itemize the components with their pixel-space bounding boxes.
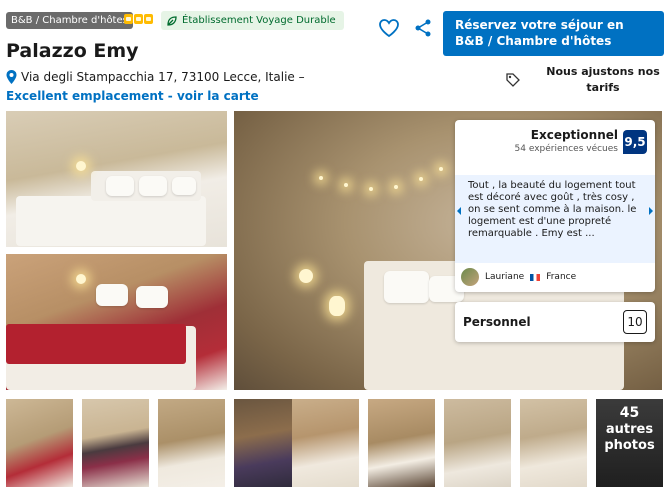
pillow-shape — [96, 284, 128, 306]
thumbnail-photo[interactable] — [6, 399, 73, 487]
more-photos-text-2: photos — [604, 438, 655, 453]
sustainability-badge[interactable]: Établissement Voyage Durable — [161, 11, 344, 30]
staff-score-card[interactable]: Personnel 10 — [455, 302, 655, 342]
review-quote: Tout , la beauté du logement tout est dé… — [455, 175, 655, 263]
pillow-shape — [172, 177, 196, 195]
string-light-shape — [344, 183, 348, 187]
address: Via degli Stampacchia 17, 73100 Lecce, I… — [6, 70, 305, 84]
thumbnail-photo[interactable] — [234, 399, 301, 487]
lamp-shape — [299, 269, 313, 283]
sustainability-label: Établissement Voyage Durable — [182, 15, 336, 26]
score-header: Exceptionnel 54 expériences vécues — [455, 128, 619, 154]
more-photos-count: 45 — [619, 405, 640, 421]
bed-shape — [16, 196, 206, 246]
address-text: Via degli Stampacchia 17, 73100 Lecce, I… — [21, 70, 305, 84]
next-review-arrow-icon[interactable] — [649, 207, 653, 215]
string-light-shape — [419, 177, 423, 181]
star-rating — [124, 14, 153, 24]
string-light-shape — [319, 176, 323, 180]
review-score-card[interactable]: Exceptionnel 54 expériences vécues 9,5 T… — [455, 120, 655, 292]
lamp-shape — [76, 161, 86, 171]
avatar — [461, 268, 479, 286]
leaf-icon — [167, 15, 177, 26]
tag-icon — [506, 73, 520, 87]
heart-icon[interactable] — [378, 18, 400, 38]
review-count: 54 expériences vécues — [514, 144, 619, 154]
property-type-badge: B&B / Chambre d'hôtes — [6, 12, 133, 29]
price-match-label: Nous ajustons nos tarifs — [546, 65, 660, 94]
more-photos-thumbnail[interactable]: 45 autres photos — [596, 399, 663, 487]
thumbnail-photo[interactable] — [368, 399, 435, 487]
lantern-shape — [329, 296, 345, 316]
star-icon — [124, 14, 133, 24]
reviewer-country: France — [546, 272, 577, 282]
pillow-shape — [106, 176, 134, 196]
previous-review-arrow-icon[interactable] — [457, 207, 461, 215]
string-light-shape — [369, 187, 373, 191]
reviewer: Lauriane France — [461, 268, 576, 286]
score-label: Exceptionnel — [530, 128, 618, 142]
string-light-shape — [394, 185, 398, 189]
share-icon[interactable] — [413, 18, 433, 38]
flag-icon — [530, 273, 541, 281]
pillow-shape — [136, 286, 168, 308]
staff-label: Personnel — [463, 315, 531, 329]
staff-score-badge: 10 — [623, 310, 647, 334]
score-badge: 9,5 — [623, 130, 647, 154]
star-icon — [144, 14, 153, 24]
pillow-shape — [139, 176, 167, 196]
star-icon — [134, 14, 143, 24]
thumbnail-photo[interactable] — [82, 399, 149, 487]
view-map-link[interactable]: Excellent emplacement - voir la carte — [6, 89, 259, 103]
reserve-button[interactable]: Réservez votre séjour en B&B / Chambre d… — [443, 11, 664, 56]
more-photos-label: 45 autres photos — [596, 405, 663, 454]
photo-bedroom-red[interactable] — [6, 254, 227, 390]
location-pin-icon — [6, 70, 17, 84]
reviewer-name: Lauriane — [485, 272, 525, 282]
photo-bedroom-white[interactable] — [6, 111, 227, 247]
thumbnail-photo[interactable] — [520, 399, 587, 487]
pillow-shape — [384, 271, 429, 303]
thumbnail-photo[interactable] — [158, 399, 225, 487]
lamp-shape — [76, 274, 86, 284]
thumbnail-photo[interactable] — [444, 399, 511, 487]
more-photos-text-1: autres — [605, 422, 654, 437]
string-light-shape — [439, 167, 443, 171]
red-blanket-shape — [6, 324, 186, 364]
price-match[interactable]: Nous ajustons nos tarifs — [505, 64, 672, 96]
thumbnail-photo[interactable] — [292, 399, 359, 487]
page-title: Palazzo Emy — [6, 40, 139, 62]
